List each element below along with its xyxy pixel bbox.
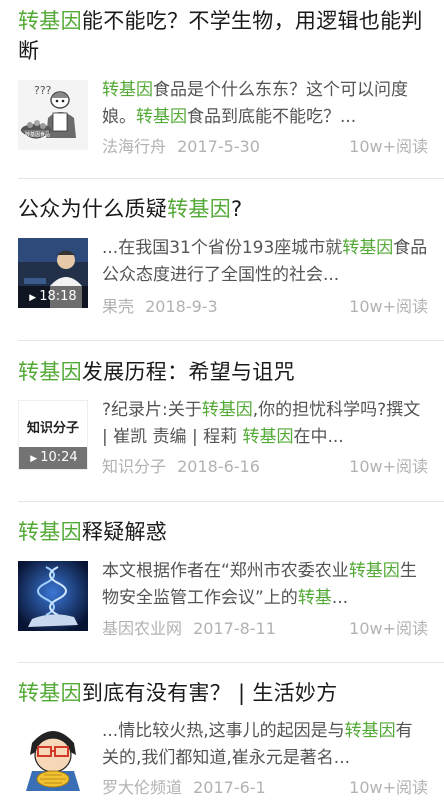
professor-cartoon-image: ??? 转基因食品	[18, 80, 88, 150]
video-duration-badge: ▶ 10:24	[19, 447, 87, 469]
play-icon: ▶	[30, 454, 38, 464]
article-snippet: 本文根据作者在“郑州市农委农业转基因生物安全监管工作会议”上的转基...	[102, 558, 428, 612]
article-title[interactable]: 公众为什么质疑转基因?	[18, 194, 430, 224]
article-thumbnail[interactable]: 知识分子 ▶ 10:24	[18, 400, 88, 470]
article-snippet: ?纪录片:关于转基因,你的担忧科学吗?撰文 | 崔凯 责编 | 程莉 转基因在中…	[102, 397, 428, 451]
article-title[interactable]: 转基因能不能吃？不学生物，用逻辑也能判断	[18, 6, 430, 66]
text-segment: 发展历程：希望与诅咒	[81, 360, 295, 384]
text-segment: ?	[231, 197, 243, 221]
publish-date: 2018-6-16	[177, 457, 260, 476]
corn-cartoon-image	[18, 721, 88, 791]
keyword-highlight: 转基因	[18, 9, 82, 33]
keyword-highlight: 转基因	[201, 400, 253, 420]
article-source: 法海行舟 2017-5-30	[102, 136, 260, 158]
read-count: 10w+阅读	[349, 778, 428, 797]
article-title[interactable]: 转基因发展历程：希望与诅咒	[18, 357, 430, 387]
play-icon: ▶	[29, 293, 37, 303]
article-thumbnail[interactable]	[18, 561, 88, 631]
video-duration-badge: ▶ 18:18	[18, 286, 88, 308]
keyword-highlight: 转基因	[167, 197, 232, 221]
text-segment: ?纪录片:关于	[102, 400, 202, 420]
publish-date: 2017-5-30	[177, 137, 260, 156]
text-segment: 到底有没有害？ | 生活妙方	[81, 681, 338, 705]
read-count: 10w+阅读	[349, 137, 428, 156]
article-thumbnail[interactable]: ??? 转基因食品	[18, 80, 88, 150]
keyword-highlight: 转基因	[18, 520, 82, 544]
search-results-list: 转基因能不能吃？不学生物，用逻辑也能判断 ??? 转基因食品 转基因食品是个什么…	[0, 0, 444, 800]
source-name: 知识分子	[102, 457, 167, 476]
article-thumbnail[interactable]: ▶ 18:18	[18, 238, 88, 308]
article-item[interactable]: 转基因发展历程：希望与诅咒 知识分子 ▶ 10:24 ?纪录片:关于转基因,你的担…	[0, 341, 444, 501]
text-segment: 食品到底能不能吃？...	[187, 107, 357, 127]
svg-text:???: ???	[34, 84, 52, 97]
text-segment: 公众为什么质疑	[18, 197, 168, 221]
read-count: 10w+阅读	[349, 297, 428, 316]
source-name: 法海行舟	[102, 137, 167, 156]
article-title[interactable]: 转基因释疑解惑	[18, 517, 430, 547]
keyword-highlight: 转基因	[18, 360, 82, 384]
logo-text: 知识分子	[26, 421, 79, 436]
source-name: 果壳	[102, 297, 135, 316]
publish-date: 2017-8-11	[193, 619, 276, 638]
source-name: 基因农业网	[102, 619, 183, 638]
text-segment: 本文根据作者在“郑州市农委农业	[102, 561, 349, 581]
keyword-highlight: 转基因	[18, 681, 82, 705]
read-count: 10w+阅读	[349, 619, 428, 638]
article-snippet: 转基因食品是个什么东东？这个可以问度娘。转基因食品到底能不能吃？...	[102, 77, 428, 131]
article-source: 果壳 2018-9-3	[102, 296, 218, 318]
keyword-highlight: 转基因	[344, 721, 396, 741]
keyword-highlight: 转基因	[102, 80, 153, 100]
article-source: 罗大伦频道 2017-6-1	[102, 777, 266, 799]
publish-date: 2017-6-1	[193, 778, 266, 797]
read-count: 10w+阅读	[349, 457, 428, 476]
source-name: 罗大伦频道	[102, 778, 183, 797]
text-segment: 在中...	[293, 427, 344, 447]
article-thumbnail[interactable]	[18, 721, 88, 791]
keyword-highlight: 转基	[297, 588, 332, 608]
article-item[interactable]: 转基因到底有没有害？ | 生活妙方 ...情比较火热,这事儿的起因是与转基因有关…	[0, 663, 444, 800]
publish-date: 2018-9-3	[145, 297, 218, 316]
article-item[interactable]: 转基因释疑解惑 本文根据作者在“郑州市农委农业转基因生物安全监管工作会议”上的转…	[0, 502, 444, 662]
text-segment: ...在我国31个省份193座城市就	[102, 238, 343, 258]
article-snippet: ...在我国31个省份193座城市就转基因食品公众态度进行了全国性的社会...	[102, 235, 428, 289]
keyword-highlight: 转基因	[348, 561, 400, 581]
thumbnail-caption: 转基因食品	[25, 131, 50, 138]
article-snippet: ...情比较火热,这事儿的起因是与转基因有关的,我们都知道,崔永元是著名...	[102, 718, 428, 772]
text-segment: ...情比较火热,这事儿的起因是与	[102, 721, 345, 741]
text-segment: ...	[331, 588, 349, 608]
article-source: 基因农业网 2017-8-11	[102, 618, 276, 640]
keyword-highlight: 转基因	[342, 238, 394, 258]
article-item[interactable]: 转基因能不能吃？不学生物，用逻辑也能判断 ??? 转基因食品 转基因食品是个什么…	[0, 0, 444, 178]
dna-hand-image	[18, 561, 88, 631]
article-source: 知识分子 2018-6-16	[102, 456, 260, 478]
keyword-highlight: 转基因	[136, 107, 187, 127]
keyword-highlight: 转基因	[242, 427, 294, 447]
article-title[interactable]: 转基因到底有没有害？ | 生活妙方	[18, 678, 430, 708]
article-item[interactable]: 公众为什么质疑转基因? ▶ 18:18 ...在我国31个省份193座城市就转基因…	[0, 179, 444, 339]
text-segment: 释疑解惑	[81, 520, 168, 544]
